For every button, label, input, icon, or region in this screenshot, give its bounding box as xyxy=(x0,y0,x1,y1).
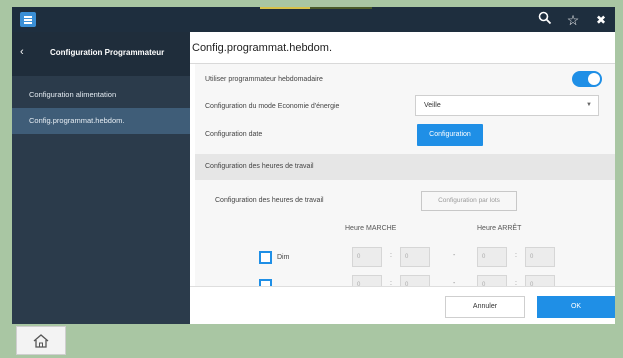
back-icon[interactable]: ‹ xyxy=(20,46,24,58)
eco-mode-select[interactable]: Veille ▼ xyxy=(415,95,599,116)
main-panel: Config.programmat.hebdom. Utiliser progr… xyxy=(190,32,615,324)
section-header: Configuration des heures de travail xyxy=(195,154,615,180)
progress-fill xyxy=(260,7,311,9)
sidebar-item-power-config[interactable]: Configuration alimentation xyxy=(12,82,190,108)
screen: ☆ ✖ ‹ Configuration Programmateur Config… xyxy=(12,7,615,324)
date-config-button[interactable]: Configuration xyxy=(417,124,483,146)
on-hour-field[interactable]: 0 xyxy=(352,247,382,267)
time-separator: : xyxy=(390,252,392,259)
off-hour-field[interactable]: 0 xyxy=(477,247,507,267)
action-footer: Annuler OK xyxy=(190,286,615,324)
chevron-down-icon: ▼ xyxy=(586,102,592,108)
menu-icon[interactable] xyxy=(20,12,36,27)
toggle-knob xyxy=(588,73,600,85)
day-label: Dim xyxy=(277,254,290,261)
settings-list[interactable]: Utiliser programmateur hebdomadaire Conf… xyxy=(195,64,615,295)
column-header-on: Heure MARCHE xyxy=(345,225,397,232)
use-weekly-label: Utiliser programmateur hebdomadaire xyxy=(205,76,323,83)
page-title: Config.programmat.hebdom. xyxy=(192,42,333,54)
date-config-label: Configuration date xyxy=(205,131,263,138)
section-title: Configuration des heures de travail xyxy=(205,163,314,170)
work-hours-label: Configuration des heures de travail xyxy=(215,197,324,204)
top-bar: ☆ ✖ xyxy=(12,7,615,32)
star-icon[interactable]: ☆ xyxy=(564,11,582,29)
sidebar-header: ‹ Configuration Programmateur xyxy=(12,32,190,76)
eco-mode-value: Veille xyxy=(424,102,441,109)
time-separator: : xyxy=(515,252,517,259)
batch-config-button[interactable]: Configuration par lots xyxy=(421,191,517,211)
close-icon[interactable]: ✖ xyxy=(592,11,610,29)
sidebar-item-label: Config.programmat.hebdom. xyxy=(29,116,125,125)
range-separator: - xyxy=(453,252,456,259)
eco-mode-label: Configuration du mode Economie d'énergie xyxy=(205,103,340,110)
use-weekly-toggle[interactable] xyxy=(572,71,602,87)
sidebar-item-label: Configuration alimentation xyxy=(29,90,117,99)
search-icon[interactable] xyxy=(536,11,554,29)
sidebar-item-weekly-timer[interactable]: Config.programmat.hebdom. xyxy=(12,108,190,134)
cancel-button[interactable]: Annuler xyxy=(445,296,525,318)
day-checkbox[interactable] xyxy=(259,251,272,264)
on-minute-field[interactable]: 0 xyxy=(400,247,430,267)
sidebar-title: Configuration Programmateur xyxy=(50,48,165,57)
column-header-off: Heure ARRÊT xyxy=(477,225,522,232)
ok-button[interactable]: OK xyxy=(537,296,615,318)
progress-bar xyxy=(260,7,372,9)
off-minute-field[interactable]: 0 xyxy=(525,247,555,267)
sidebar: ‹ Configuration Programmateur Configurat… xyxy=(12,32,190,324)
home-button[interactable] xyxy=(16,326,66,355)
home-icon xyxy=(33,334,49,348)
